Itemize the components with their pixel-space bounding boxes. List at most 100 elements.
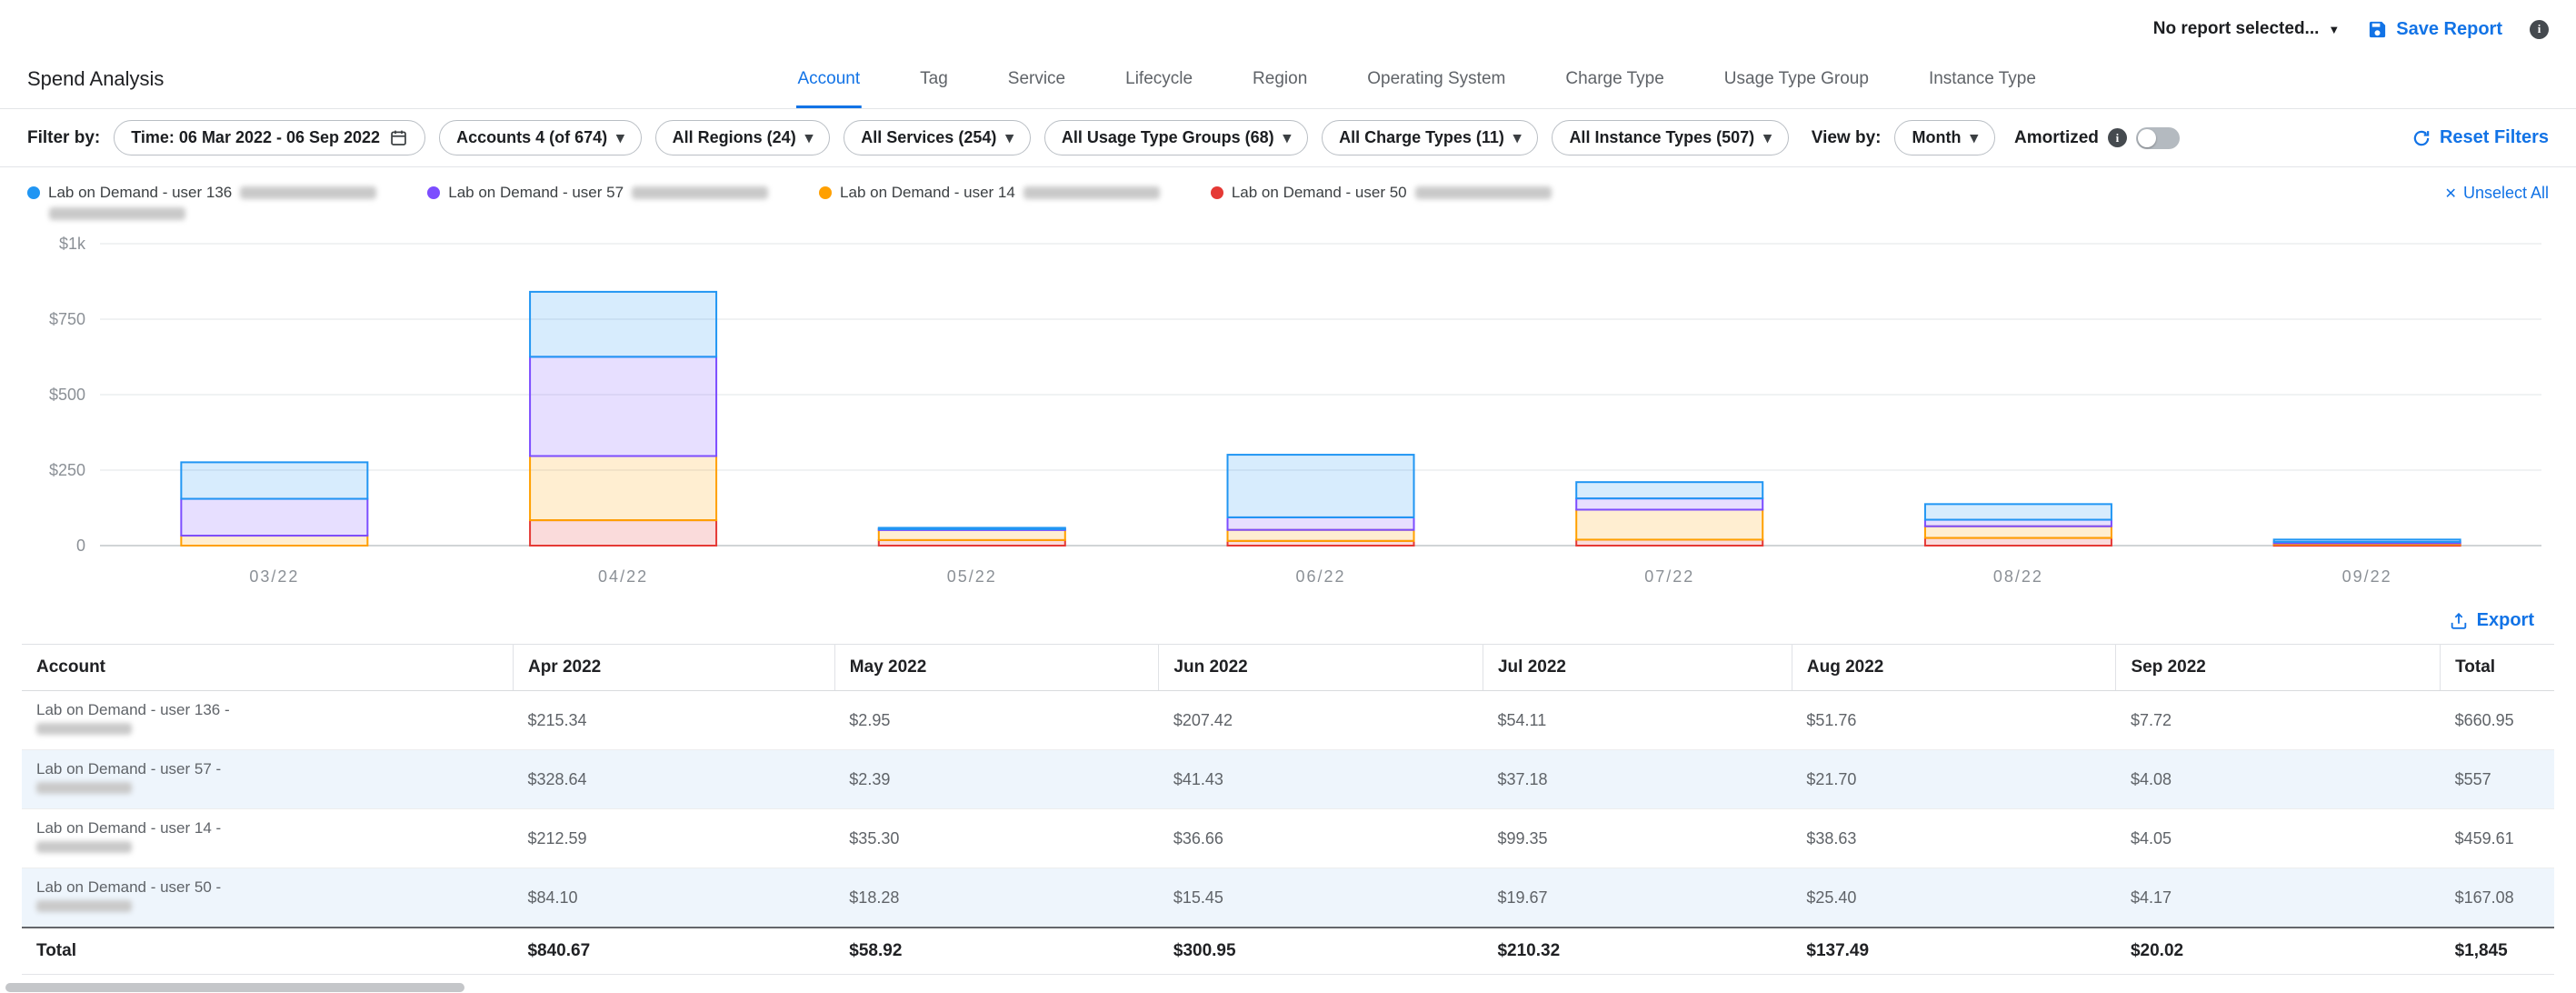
time-filter-pill[interactable]: Time: 06 Mar 2022 - 06 Sep 2022 [114, 120, 425, 155]
column-header-jul: Jul 2022 [1483, 645, 1792, 691]
instance-types-filter-label: All Instance Types (507) [1569, 128, 1754, 147]
value-cell: $84.10 [513, 868, 834, 928]
spend-stacked-bar-chart: $1k$750$500$250003/2204/2205/2206/2207/2… [24, 229, 2554, 593]
total-cell: $557 [2441, 750, 2554, 809]
chevron-down-icon: ▾ [1970, 130, 1978, 145]
value-cell: $2.95 [834, 691, 1159, 750]
view-by-label: View by: [1812, 128, 1882, 148]
total-value-cell: $840.67 [513, 928, 834, 975]
export-icon [2449, 611, 2469, 631]
value-cell: $215.34 [513, 691, 834, 750]
column-header-account: Account [22, 645, 513, 691]
column-header-total: Total [2441, 645, 2554, 691]
series-color-dot [27, 186, 40, 199]
tab-usage-type-group[interactable]: Usage Type Group [1722, 49, 1871, 108]
tab-service[interactable]: Service [1006, 49, 1067, 108]
report-selector-dropdown[interactable]: No report selected... ▼ [2153, 19, 2341, 39]
value-cell: $35.30 [834, 809, 1159, 868]
info-icon[interactable]: i [2530, 20, 2549, 39]
value-cell: $4.17 [2116, 868, 2441, 928]
chevron-down-icon: ▾ [1283, 130, 1292, 145]
value-cell: $4.08 [2116, 750, 2441, 809]
charge-types-filter-pill[interactable]: All Charge Types (11) ▾ [1322, 120, 1538, 155]
legend-label: Lab on Demand - user 57 [448, 184, 624, 202]
tab-tag[interactable]: Tag [918, 49, 950, 108]
value-cell: $207.42 [1159, 691, 1483, 750]
refresh-icon [2411, 128, 2431, 148]
series-color-dot [427, 186, 440, 199]
export-label: Export [2477, 610, 2534, 631]
tab-lifecycle[interactable]: Lifecycle [1123, 49, 1194, 108]
total-value-cell: $1,845 [2441, 928, 2554, 975]
redacted-text [36, 900, 132, 912]
redacted-text [1023, 186, 1160, 199]
chevron-down-icon: ▾ [805, 130, 814, 145]
regions-filter-label: All Regions (24) [673, 128, 796, 147]
legend-label: Lab on Demand - user 50 [1232, 184, 1407, 202]
unselect-all-button[interactable]: ✕ Unselect All [2445, 184, 2549, 203]
instance-types-filter-pill[interactable]: All Instance Types (507) ▾ [1552, 120, 1788, 155]
unselect-all-label: Unselect All [2463, 184, 2549, 203]
account-name: Lab on Demand - user 50 - [36, 878, 498, 897]
total-value-cell: $210.32 [1483, 928, 1792, 975]
total-value-cell: $20.02 [2116, 928, 2441, 975]
svg-text:09/22: 09/22 [2342, 567, 2392, 586]
account-name: Lab on Demand - user 136 - [36, 701, 498, 719]
tab-operating-system[interactable]: Operating System [1365, 49, 1507, 108]
series-color-dot [819, 186, 832, 199]
table-row: Lab on Demand - user 50 - $84.10 $18.28 … [22, 868, 2554, 928]
tab-charge-type[interactable]: Charge Type [1563, 49, 1665, 108]
accounts-filter-pill[interactable]: Accounts 4 (of 674) ▾ [439, 120, 642, 155]
account-name: Lab on Demand - user 14 - [36, 819, 498, 838]
chart-area: $1k$750$500$250003/2204/2205/2206/2207/2… [0, 224, 2576, 597]
save-report-label: Save Report [2396, 19, 2502, 40]
value-cell: $21.70 [1792, 750, 2116, 809]
amortized-toggle[interactable] [2136, 127, 2180, 149]
services-filter-pill[interactable]: All Services (254) ▾ [844, 120, 1031, 155]
legend-item-user-14[interactable]: Lab on Demand - user 14 [819, 184, 1160, 202]
chevron-down-icon: ▾ [1763, 130, 1772, 145]
total-value-cell: $137.49 [1792, 928, 2116, 975]
tab-region[interactable]: Region [1251, 49, 1309, 108]
total-value-cell: $58.92 [834, 928, 1159, 975]
save-report-button[interactable]: Save Report [2367, 19, 2502, 40]
tab-account[interactable]: Account [795, 49, 862, 108]
filter-bar: Filter by: Time: 06 Mar 2022 - 06 Sep 20… [0, 109, 2576, 167]
amortized-control: Amortized i [2014, 127, 2180, 149]
svg-text:04/22: 04/22 [598, 567, 648, 586]
svg-text:06/22: 06/22 [1295, 567, 1345, 586]
total-cell: $459.61 [2441, 809, 2554, 868]
value-cell: $212.59 [513, 809, 834, 868]
usage-type-groups-filter-label: All Usage Type Groups (68) [1062, 128, 1274, 147]
value-cell: $41.43 [1159, 750, 1483, 809]
header-row: Spend Analysis Account Tag Service Lifec… [0, 49, 2576, 109]
usage-type-groups-filter-pill[interactable]: All Usage Type Groups (68) ▾ [1044, 120, 1308, 155]
view-by-pill[interactable]: Month ▾ [1894, 120, 1995, 155]
account-cell: Lab on Demand - user 14 - [22, 809, 513, 868]
value-cell: $51.76 [1792, 691, 2116, 750]
total-cell: $167.08 [2441, 868, 2554, 928]
regions-filter-pill[interactable]: All Regions (24) ▾ [655, 120, 831, 155]
spend-table-container: Account Apr 2022 May 2022 Jun 2022 Jul 2… [22, 644, 2554, 975]
redacted-text [36, 841, 132, 853]
legend-item-user-136[interactable]: Lab on Demand - user 136 [27, 184, 376, 220]
scrollbar-thumb[interactable] [5, 983, 464, 992]
accounts-filter-label: Accounts 4 (of 674) [456, 128, 607, 147]
time-filter-label: Time: 06 Mar 2022 - 06 Sep 2022 [131, 128, 380, 147]
svg-text:07/22: 07/22 [1644, 567, 1694, 586]
legend-item-user-57[interactable]: Lab on Demand - user 57 [427, 184, 768, 202]
calendar-icon [389, 128, 408, 147]
total-label: Total [22, 928, 513, 975]
tab-bar: Account Tag Service Lifecycle Region Ope… [795, 49, 2037, 108]
legend-item-user-50[interactable]: Lab on Demand - user 50 [1211, 184, 1552, 202]
reset-filters-button[interactable]: Reset Filters [2411, 127, 2549, 148]
table-row: Lab on Demand - user 57 - $328.64 $2.39 … [22, 750, 2554, 809]
redacted-text [632, 186, 768, 199]
export-button[interactable]: Export [2449, 610, 2534, 631]
horizontal-scrollbar [4, 982, 2572, 993]
tab-instance-type[interactable]: Instance Type [1927, 49, 2038, 108]
info-icon[interactable]: i [2108, 128, 2127, 147]
reset-filters-label: Reset Filters [2440, 127, 2549, 148]
filter-by-label: Filter by: [27, 128, 100, 148]
value-cell: $36.66 [1159, 809, 1483, 868]
